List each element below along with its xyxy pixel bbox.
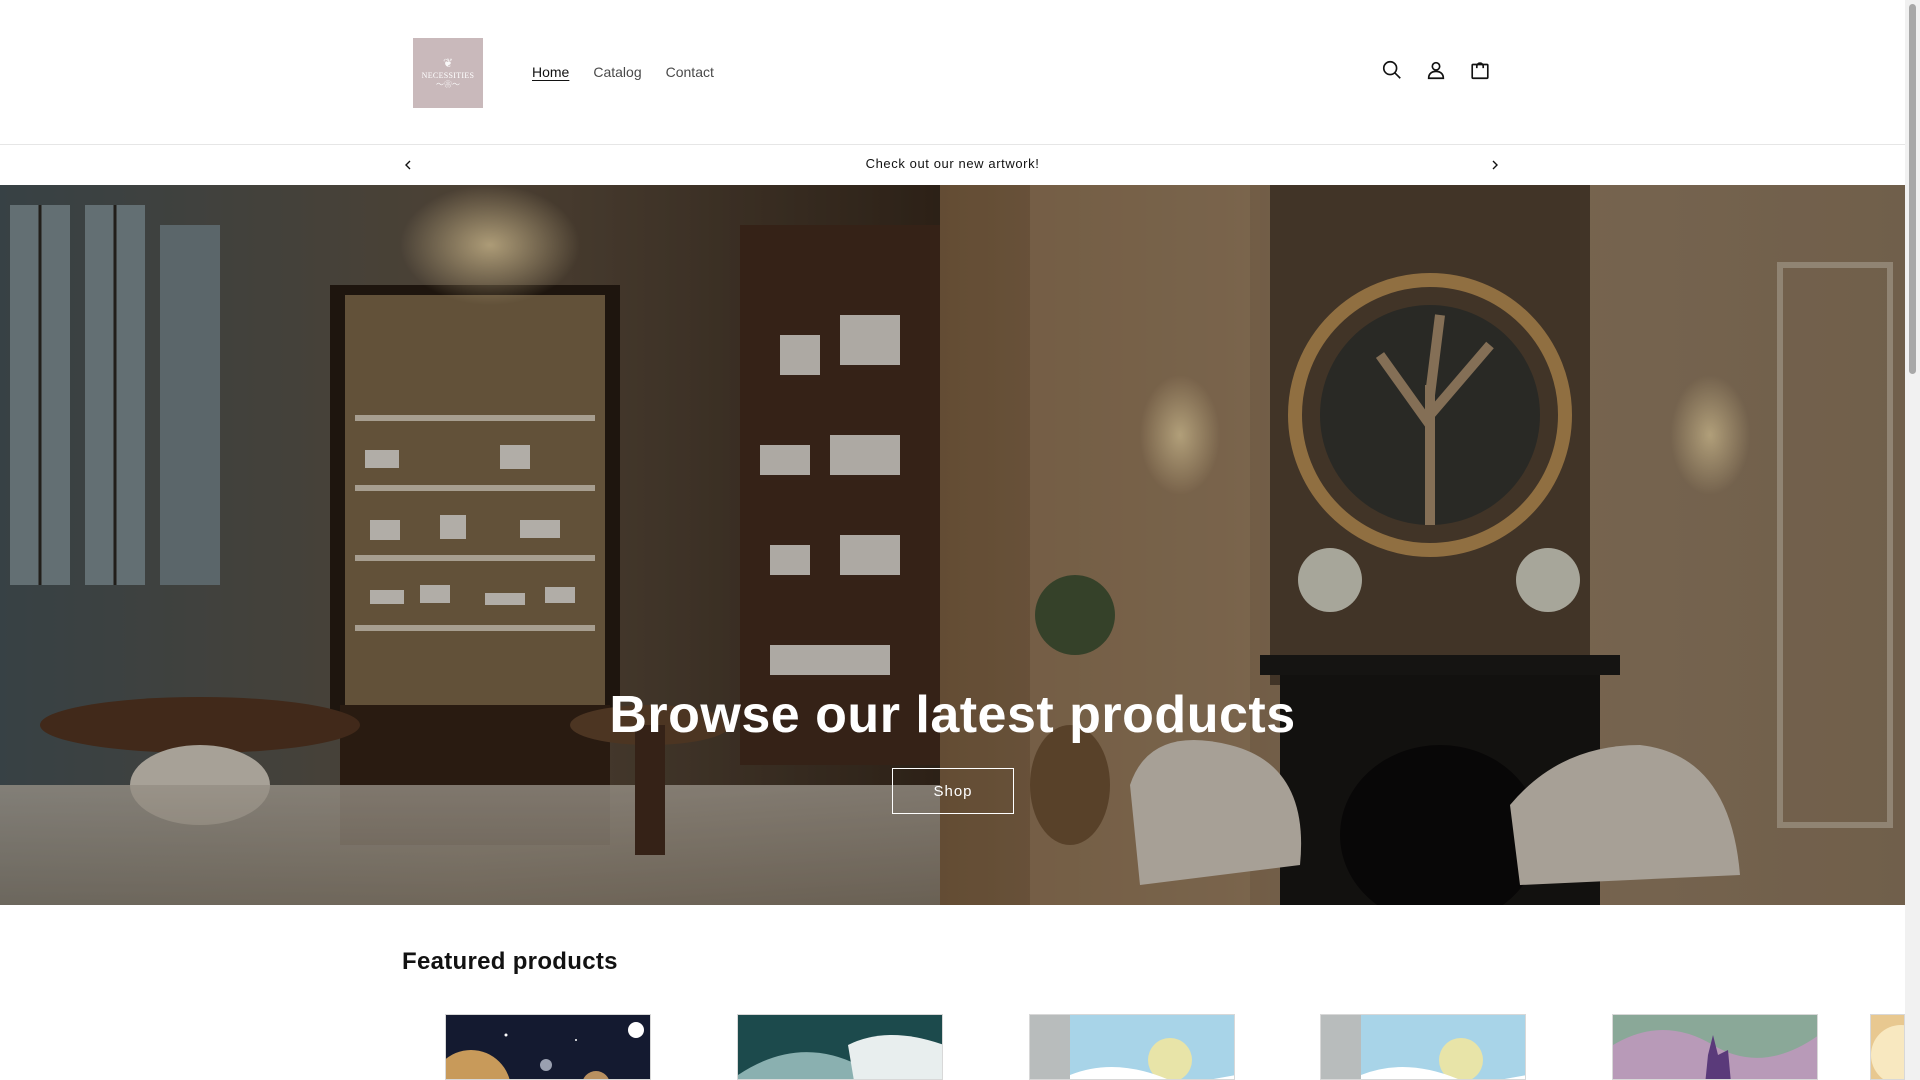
product-image-floating-island [1030, 1015, 1234, 1079]
search-icon[interactable] [1380, 58, 1404, 82]
nav-home[interactable]: Home [520, 61, 581, 83]
product-card[interactable] [737, 1014, 943, 1080]
account-icon[interactable] [1424, 58, 1448, 82]
brand-logo[interactable]: ❦ NECESSITIES 〜❀〜 [413, 38, 483, 108]
cart-icon[interactable] [1468, 58, 1492, 82]
nav-contact[interactable]: Contact [654, 61, 726, 83]
product-image-floating-island-2 [1321, 1015, 1525, 1079]
logo-text: NECESSITIES [421, 71, 475, 80]
product-card[interactable] [1320, 1014, 1526, 1080]
hero-title: Browse our latest products [609, 686, 1296, 744]
hero-banner: Browse our latest products Shop [0, 185, 1905, 905]
logo-mark: ❦ NECESSITIES 〜❀〜 [417, 42, 479, 104]
main-nav: Home Catalog Contact [520, 61, 726, 83]
nav-catalog[interactable]: Catalog [581, 61, 653, 83]
announcement-bar: Check out our new artwork! [0, 146, 1905, 185]
product-image-sea [738, 1015, 942, 1079]
product-image-castle [1613, 1015, 1817, 1079]
site-header: ❦ NECESSITIES 〜❀〜 Home Catalog Contact [0, 0, 1905, 145]
announcement-text: Check out our new artwork! [865, 156, 1040, 171]
shop-button[interactable]: Shop [892, 768, 1014, 814]
product-image-space [446, 1015, 650, 1079]
page-scrollbar[interactable] [1905, 0, 1920, 1080]
product-card[interactable] [445, 1014, 651, 1080]
header-icons [1380, 58, 1492, 82]
logo-ornament-bottom: 〜❀〜 [436, 80, 460, 89]
scrollbar-thumb[interactable] [1909, 4, 1916, 374]
featured-products-title: Featured products [402, 948, 618, 975]
logo-ornament-top: ❦ [442, 56, 454, 70]
chevron-right-icon [1492, 160, 1498, 170]
product-card[interactable] [1870, 1014, 1905, 1080]
product-card[interactable] [1612, 1014, 1818, 1080]
product-image-partial [1871, 1015, 1904, 1079]
announcement-next-button[interactable] [1489, 158, 1505, 174]
product-card[interactable] [1029, 1014, 1235, 1080]
